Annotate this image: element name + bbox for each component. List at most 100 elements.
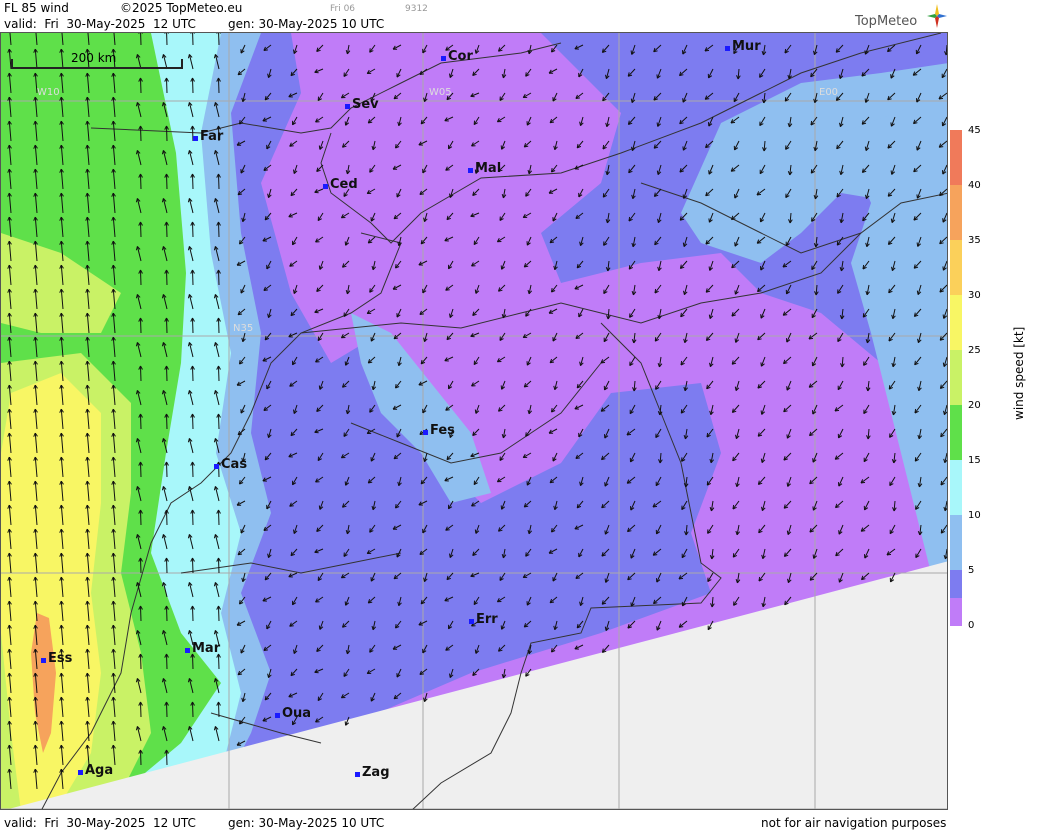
wind-arrow-icon — [166, 557, 168, 574]
wind-arrow-icon — [140, 269, 142, 286]
wind-arrow-head-icon — [293, 49, 295, 54]
wind-arrow-icon — [166, 653, 168, 670]
wind-arrow-icon — [140, 221, 142, 238]
wind-arrow-head-icon — [445, 649, 450, 651]
city-marker[interactable]: Ced — [323, 177, 358, 192]
wind-arrow-head-icon — [449, 193, 451, 198]
wind-arrow-head-icon — [449, 553, 451, 558]
wind-arrow-icon — [140, 173, 142, 190]
wind-arrow-icon — [140, 605, 142, 622]
legend-tick: 20 — [968, 400, 981, 411]
wind-arrow-head-icon — [808, 337, 814, 340]
wind-arrow-icon — [166, 125, 168, 142]
city-marker[interactable]: Zag — [355, 765, 390, 780]
wind-arrow-icon — [192, 557, 194, 574]
wind-arrow-head-icon — [419, 673, 424, 675]
legend-tick: 5 — [968, 565, 975, 576]
wind-arrow-head-icon — [604, 578, 607, 583]
wind-arrow-icon — [192, 77, 194, 94]
wind-arrow-head-icon — [704, 49, 710, 52]
city-marker[interactable]: Mur — [725, 39, 761, 54]
wind-arrow-icon — [218, 317, 220, 334]
copyright-text: ©2025 TopMeteo.eu — [120, 1, 243, 15]
wind-arrow-head-icon — [263, 169, 268, 171]
wind-arrow-icon — [166, 749, 168, 766]
wind-arrow-icon — [140, 701, 142, 718]
wind-arrow-head-icon — [575, 217, 580, 219]
city-marker[interactable]: Aga — [78, 763, 113, 778]
wind-arrow-head-icon — [289, 265, 294, 267]
wind-arrow-head-icon — [263, 649, 268, 651]
grid-label-n35: N35 — [233, 323, 254, 334]
city-dot-icon — [185, 648, 190, 653]
wind-arrow-icon — [218, 605, 220, 622]
wind-arrow-icon — [140, 557, 142, 574]
wind-arrow-head-icon — [445, 529, 450, 531]
product-title: FL 85 wind — [4, 1, 69, 15]
city-marker[interactable]: Cor — [441, 49, 473, 64]
valid-time: valid: Fri 30-May-2025 12 UTC — [4, 17, 196, 31]
wind-arrow-head-icon — [293, 529, 295, 534]
wind-arrow-head-icon — [782, 265, 788, 268]
wind-arrow-head-icon — [445, 409, 450, 411]
wind-arrow-icon — [218, 509, 220, 526]
wind-arrow-icon — [192, 605, 194, 622]
wind-arrow-head-icon — [575, 577, 580, 579]
wind-arrow-head-icon — [600, 361, 606, 364]
generated-time: gen: 30-May-2025 10 UTC — [228, 17, 385, 31]
wind-arrow-head-icon — [474, 649, 477, 654]
city-marker[interactable]: Ess — [41, 651, 72, 666]
wind-arrow-head-icon — [812, 554, 815, 559]
grid-label-e00: E00 — [819, 87, 839, 98]
wind-arrow-icon — [140, 33, 142, 46]
wind-arrow-head-icon — [756, 193, 762, 196]
wind-arrow-head-icon — [293, 409, 295, 414]
city-marker[interactable]: Sev — [345, 97, 379, 112]
wind-arrow-head-icon — [449, 73, 451, 78]
wind-arrow-icon — [140, 653, 142, 670]
wind-arrow-icon — [166, 509, 168, 526]
wind-arrow-head-icon — [575, 457, 580, 459]
wind-arrow-head-icon — [656, 122, 659, 127]
city-dot-icon — [275, 713, 280, 718]
city-marker[interactable]: Far — [193, 129, 223, 144]
wind-arrow-head-icon — [318, 625, 321, 630]
city-marker[interactable]: Oua — [275, 706, 311, 721]
wind-arrow-icon — [218, 77, 220, 94]
wind-arrow-head-icon — [289, 385, 294, 387]
wind-arrow-icon — [166, 269, 168, 286]
wind-arrow-icon — [192, 413, 194, 430]
topmeteo-logo: TopMeteo — [855, 4, 947, 32]
wind-arrow-head-icon — [293, 289, 295, 294]
wind-arrow-head-icon — [734, 338, 737, 343]
wind-arrow-head-icon — [626, 433, 632, 436]
wind-arrow-head-icon — [449, 313, 451, 318]
wind-arrow-head-icon — [886, 553, 892, 556]
wind-arrow-head-icon — [938, 97, 944, 100]
wind-arrow-icon — [192, 365, 194, 382]
city-marker[interactable]: Fes — [423, 423, 455, 438]
wind-arrow-icon — [166, 461, 168, 478]
wind-map[interactable]: 200 km W10 W05 E00 N35 Cor Mur Sev Far M… — [0, 32, 948, 810]
city-marker[interactable]: Mar — [185, 641, 220, 656]
wind-arrow-head-icon — [708, 266, 711, 271]
wind-arrow-icon — [166, 605, 168, 622]
wind-arrow-head-icon — [318, 145, 321, 150]
city-marker[interactable]: Mal — [468, 161, 501, 176]
wind-arrow-head-icon — [449, 673, 451, 678]
wind-arrow-icon — [140, 317, 142, 334]
city-marker[interactable]: Err — [469, 612, 498, 627]
wind-arrow-icon — [140, 413, 142, 430]
legend-tick: 25 — [968, 345, 981, 356]
wind-arrow-head-icon — [705, 98, 710, 100]
wind-arrow-icon — [218, 173, 220, 190]
city-dot-icon — [345, 104, 350, 109]
wind-arrow-head-icon — [293, 649, 295, 654]
scale-bar: 200 km — [11, 51, 183, 69]
wind-arrow-icon — [192, 33, 194, 46]
wind-arrow-icon — [218, 33, 220, 46]
scale-bar-label: 200 km — [71, 51, 117, 65]
wind-arrow-icon — [192, 701, 194, 718]
wind-arrow-head-icon — [835, 458, 840, 460]
city-marker[interactable]: Cas — [214, 457, 247, 472]
